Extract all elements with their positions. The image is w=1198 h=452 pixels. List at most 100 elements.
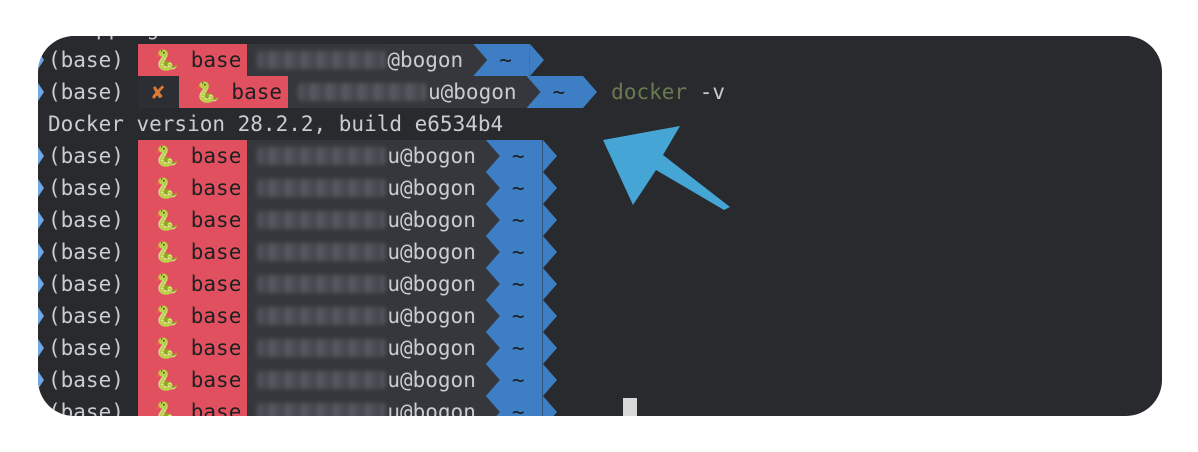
user-segment: u@bogon — [288, 76, 527, 108]
env-segment: 🐍 base — [178, 76, 288, 108]
dir-name: ~ — [499, 48, 512, 72]
user-segment: u@bogon — [247, 300, 486, 332]
user-segment: u@bogon — [247, 396, 486, 416]
redacted-username — [257, 275, 386, 293]
dir-name: ~ — [552, 80, 566, 104]
env-segment: 🐍 base — [137, 172, 248, 204]
user-segment: u@bogon — [247, 268, 486, 300]
command-args: -v — [699, 80, 725, 104]
prompt-row: (base) 🐍 base u@bogon ~ — [38, 332, 1162, 364]
conda-prefix: (base) — [48, 368, 124, 392]
conda-prefix: (base) — [48, 80, 124, 104]
snake-icon: 🐍 — [153, 208, 179, 232]
conda-prefix: (base) — [48, 304, 124, 328]
redacted-username — [257, 243, 386, 261]
env-name: base — [190, 176, 242, 200]
prompt-caret-icon — [38, 275, 44, 293]
conda-prefix: (base) — [48, 400, 124, 416]
host-name: u@bogon — [387, 368, 476, 392]
conda-prefix: (base) — [48, 176, 124, 200]
terminal-window[interactable]: Stopping Non... (base) 🐍 base @bogon ~ (b… — [38, 36, 1162, 416]
host-name: u@bogon — [387, 336, 476, 360]
segment-divider — [542, 396, 557, 416]
env-name: base — [190, 368, 242, 392]
snake-icon: 🐍 — [194, 80, 220, 104]
redacted-username — [257, 339, 386, 357]
segment-divider — [583, 76, 598, 108]
dir-name: ~ — [511, 304, 525, 328]
prompt-row: (base) 🐍 base u@bogon ~ — [38, 364, 1162, 396]
prompt-caret-icon — [38, 243, 44, 261]
prompt-rows: (base) 🐍 base u@bogon ~ (base) 🐍 base u@bo… — [38, 140, 1162, 416]
prompt-caret-icon — [38, 83, 44, 101]
terminal-rows: Stopping Non... (base) 🐍 base @bogon ~ (b… — [38, 36, 1162, 416]
prompt-row: (base) 🐍 base u@bogon ~ — [38, 300, 1162, 332]
env-segment: 🐍 base — [137, 236, 248, 268]
prompt-caret-icon — [38, 147, 44, 165]
env-segment: 🐍 base — [137, 396, 248, 416]
snake-icon: 🐍 — [153, 336, 179, 360]
prompt-caret-icon — [38, 339, 44, 357]
host-name: u@bogon — [387, 144, 476, 168]
conda-prefix: (base) — [48, 144, 124, 168]
prompt-caret-icon — [38, 371, 44, 389]
dir-name: ~ — [511, 272, 525, 296]
user-segment: u@bogon — [247, 332, 486, 364]
conda-prefix: (base) — [48, 48, 124, 72]
terminal-cursor — [623, 398, 637, 416]
env-segment: 🐍 base — [137, 364, 248, 396]
user-segment: u@bogon — [247, 364, 486, 396]
command-name: docker — [611, 80, 688, 104]
prompt-row: (base) 🐍 base u@bogon ~ — [38, 396, 1162, 416]
segment-divider — [542, 268, 557, 300]
host-name: u@bogon — [428, 80, 517, 104]
segment-divider — [542, 140, 557, 172]
prompt-caret-icon — [38, 403, 44, 416]
snake-icon: 🐍 — [153, 304, 179, 328]
segment-divider — [542, 172, 557, 204]
env-name: base — [190, 144, 242, 168]
segment-divider — [529, 44, 544, 76]
snake-icon: 🐍 — [153, 400, 179, 416]
redacted-username — [257, 307, 386, 325]
host-name: u@bogon — [387, 208, 476, 232]
conda-prefix: (base) — [48, 272, 124, 296]
dir-name: ~ — [511, 144, 525, 168]
prompt-caret-icon — [38, 51, 44, 69]
snake-icon: 🐍 — [153, 240, 179, 264]
docker-version-output: Docker version 28.2.2, build e6534b4 — [48, 112, 504, 136]
host-name: @bogon — [387, 48, 464, 72]
dir-name: ~ — [511, 240, 525, 264]
env-name: base — [190, 304, 242, 328]
env-name: base — [190, 48, 242, 72]
env-name: base — [190, 400, 242, 416]
segment-divider — [542, 236, 557, 268]
dir-name: ~ — [511, 400, 525, 416]
user-segment: @bogon — [247, 44, 474, 76]
env-name: base — [190, 272, 242, 296]
cutoff-text: Stopping Non... — [38, 36, 248, 44]
prompt-row: (base) 🐍 base u@bogon ~ — [38, 236, 1162, 268]
host-name: u@bogon — [387, 400, 476, 416]
segment-divider — [542, 332, 557, 364]
output-line: Docker version 28.2.2, build e6534b4 — [38, 108, 1162, 140]
snake-icon: 🐍 — [153, 368, 179, 392]
env-segment: 🐍 base — [137, 268, 248, 300]
redacted-username — [257, 403, 386, 416]
dir-name: ~ — [511, 368, 525, 392]
prompt-row: (base) 🐍 base u@bogon ~ — [38, 172, 1162, 204]
conda-prefix: (base) — [48, 208, 124, 232]
env-segment: 🐍 base — [137, 300, 248, 332]
env-segment: 🐍 base — [137, 332, 248, 364]
dir-name: ~ — [511, 208, 525, 232]
prompt-row: (base) 🐍 base u@bogon ~ — [38, 140, 1162, 172]
conda-prefix: (base) — [48, 240, 124, 264]
user-segment: u@bogon — [247, 204, 486, 236]
env-name: base — [231, 80, 282, 104]
snake-icon: 🐍 — [153, 144, 179, 168]
prompt-row: (base) 🐍 base @bogon ~ — [38, 44, 1162, 76]
redacted-username — [257, 147, 386, 165]
redacted-username — [257, 211, 386, 229]
redacted-username — [257, 51, 386, 69]
env-name: base — [190, 336, 242, 360]
